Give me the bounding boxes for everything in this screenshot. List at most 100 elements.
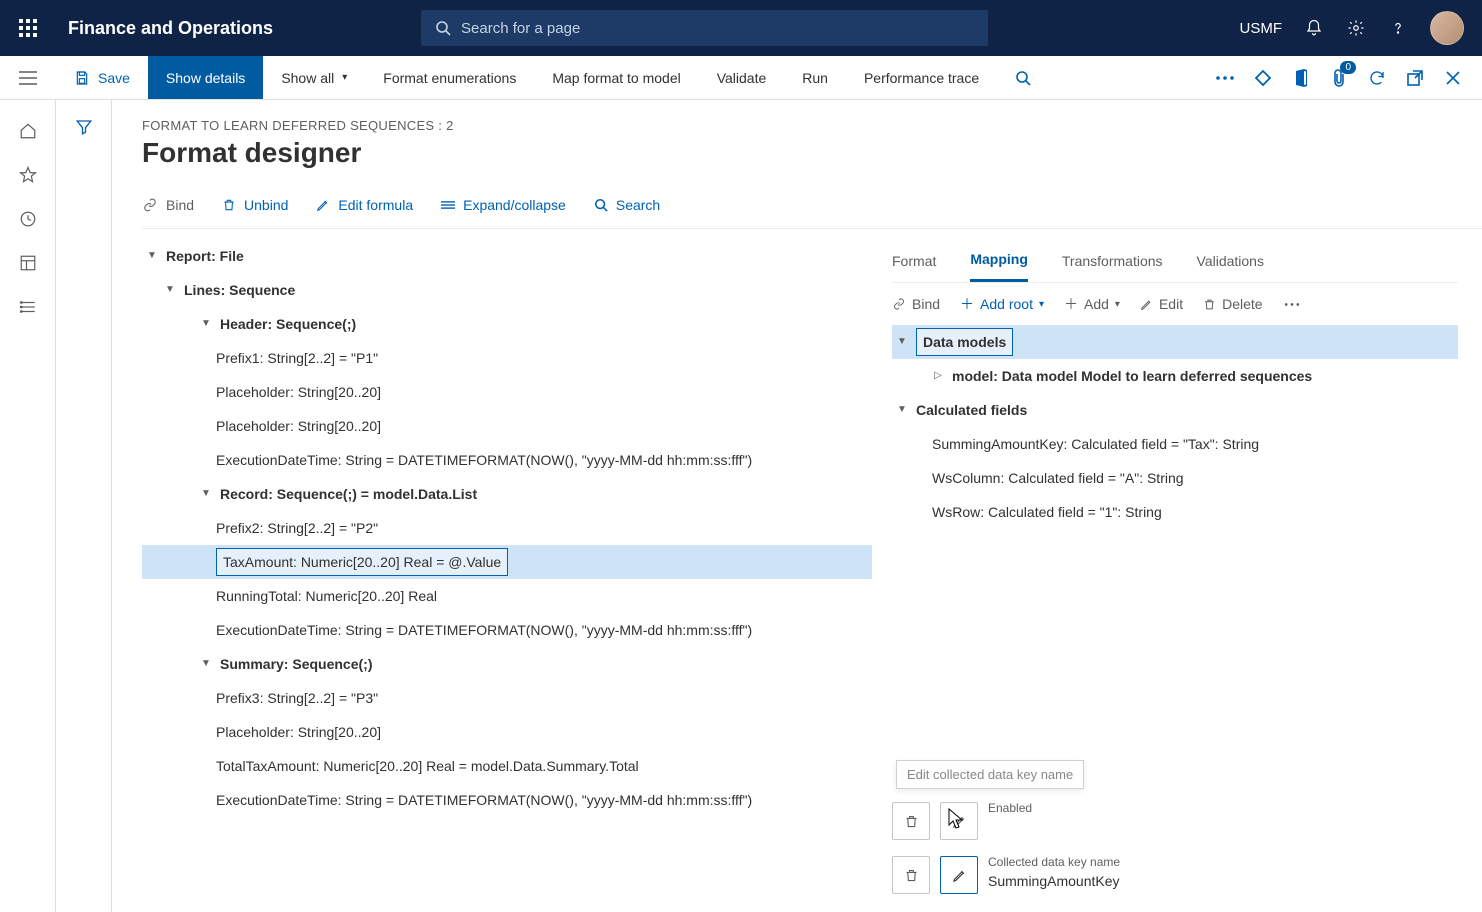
run-button[interactable]: Run — [784, 56, 846, 99]
tab-mapping[interactable]: Mapping — [970, 239, 1028, 282]
designer-toolbar: Bind Unbind Edit formula Expand/collapse… — [142, 183, 1482, 229]
edit-enabled-button[interactable] — [940, 802, 978, 840]
star-icon[interactable] — [19, 166, 37, 184]
diamond-icon[interactable] — [1252, 67, 1274, 89]
home-icon[interactable] — [19, 122, 37, 140]
rtree-node[interactable]: WsColumn: Calculated field = "A": String — [892, 461, 1458, 495]
format-tree: ▼Report: File ▼Lines: Sequence ▼Header: … — [142, 239, 882, 893]
tree-node-taxamount[interactable]: TaxAmount: Numeric[20..20] Real = @.Valu… — [142, 545, 872, 579]
refresh-icon[interactable] — [1366, 67, 1388, 89]
tree-node[interactable]: Prefix3: String[2..2] = "P3" — [142, 681, 872, 715]
tree-node[interactable]: Prefix1: String[2..2] = "P1" — [142, 341, 872, 375]
hamburger-button[interactable] — [0, 56, 56, 99]
pencil-icon — [952, 868, 967, 883]
chevron-down-icon: ▾ — [1115, 299, 1120, 310]
show-all-button[interactable]: Show all▾ — [263, 56, 365, 99]
prop-enabled-row: Enabled — [892, 801, 1458, 841]
clock-icon[interactable] — [19, 210, 37, 228]
attachments-icon[interactable]: 0 — [1328, 67, 1350, 89]
delete-enabled-button[interactable] — [892, 802, 930, 840]
funnel-icon[interactable] — [75, 118, 93, 912]
office-icon[interactable] — [1290, 67, 1312, 89]
more-icon — [1283, 302, 1301, 307]
more-icon[interactable] — [1214, 67, 1236, 89]
tree-node[interactable]: TotalTaxAmount: Numeric[20..20] Real = m… — [142, 749, 872, 783]
add-button[interactable]: ＋ Add ▾ — [1064, 294, 1120, 314]
search-icon — [594, 198, 608, 212]
gear-icon[interactable] — [1346, 18, 1366, 38]
add-root-button[interactable]: ＋ Add root ▾ — [960, 294, 1044, 314]
delete-button[interactable]: Delete — [1203, 296, 1262, 312]
right-tabs: Format Mapping Transformations Validatio… — [892, 239, 1458, 283]
tab-validations[interactable]: Validations — [1197, 239, 1264, 282]
user-avatar[interactable] — [1430, 11, 1464, 45]
tree-node-record[interactable]: ▼Record: Sequence(;) = model.Data.List — [142, 477, 872, 511]
right-pane: Format Mapping Transformations Validatio… — [882, 239, 1482, 893]
show-details-button[interactable]: Show details — [148, 56, 263, 99]
list-icon — [441, 199, 455, 211]
edit-collected-button[interactable] — [940, 856, 978, 894]
rtree-node[interactable]: WsRow: Calculated field = "1": String — [892, 495, 1458, 529]
search-input[interactable] — [461, 20, 974, 37]
app-title: Finance and Operations — [56, 18, 273, 39]
tree-node[interactable]: ExecutionDateTime: String = DATETIMEFORM… — [142, 783, 872, 817]
prop-collected-row: Collected data key name SummingAmountKey — [892, 855, 1458, 895]
enabled-field: Enabled — [988, 801, 1458, 841]
more-button[interactable] — [1283, 302, 1301, 307]
search-icon — [435, 20, 451, 36]
rtree-data-models[interactable]: ▼Data models — [892, 325, 1458, 359]
tree-node[interactable]: Prefix2: String[2..2] = "P2" — [142, 511, 872, 545]
close-icon[interactable] — [1442, 67, 1464, 89]
unbind-button[interactable]: Unbind — [222, 197, 288, 213]
field-value[interactable] — [988, 819, 1458, 841]
tree-node-report[interactable]: ▼Report: File — [142, 239, 872, 273]
expand-collapse-button[interactable]: Expand/collapse — [441, 197, 566, 213]
bell-icon[interactable] — [1304, 18, 1324, 38]
tree-node[interactable]: ExecutionDateTime: String = DATETIMEFORM… — [142, 443, 872, 477]
trash-icon — [222, 197, 236, 213]
company-code[interactable]: USMF — [1240, 20, 1283, 37]
popout-icon[interactable] — [1404, 67, 1426, 89]
nav-right: USMF — [1240, 11, 1482, 45]
format-enumerations-button[interactable]: Format enumerations — [365, 56, 534, 99]
help-icon[interactable] — [1388, 18, 1408, 38]
rtree-model[interactable]: ▷model: Data model Model to learn deferr… — [892, 359, 1458, 393]
edit-formula-button[interactable]: Edit formula — [316, 197, 413, 213]
performance-trace-button[interactable]: Performance trace — [846, 56, 997, 99]
tree-node-summary[interactable]: ▼Summary: Sequence(;) — [142, 647, 872, 681]
tab-transformations[interactable]: Transformations — [1062, 239, 1163, 282]
tree-node-lines[interactable]: ▼Lines: Sequence — [142, 273, 872, 307]
rtree-node[interactable]: SummingAmountKey: Calculated field = "Ta… — [892, 427, 1458, 461]
workspace-icon[interactable] — [19, 254, 37, 272]
filter-strip — [56, 100, 112, 912]
top-navbar: Finance and Operations USMF — [0, 0, 1482, 56]
tree-search-button[interactable]: Search — [594, 197, 660, 213]
field-value[interactable]: SummingAmountKey — [988, 873, 1458, 895]
trash-icon — [904, 813, 919, 830]
main-area: FORMAT TO LEARN DEFERRED SEQUENCES : 2 F… — [112, 100, 1482, 912]
tree-node[interactable]: ExecutionDateTime: String = DATETIMEFORM… — [142, 613, 872, 647]
tree-node[interactable]: RunningTotal: Numeric[20..20] Real — [142, 579, 872, 613]
tree-node[interactable]: Placeholder: String[20..20] — [142, 375, 872, 409]
tree-node[interactable]: Placeholder: String[20..20] — [142, 409, 872, 443]
modules-icon[interactable] — [19, 298, 37, 316]
app-launcher[interactable] — [0, 19, 56, 37]
map-format-button[interactable]: Map format to model — [534, 56, 698, 99]
breadcrumb: FORMAT TO LEARN DEFERRED SEQUENCES : 2 — [142, 118, 1482, 133]
global-search[interactable] — [421, 10, 988, 46]
mapping-bind-button[interactable]: Bind — [892, 296, 940, 312]
mapping-tree: ▼Data models ▷model: Data model Model to… — [892, 325, 1458, 529]
bind-button[interactable]: Bind — [142, 197, 194, 213]
edit-button[interactable]: Edit — [1140, 296, 1183, 312]
validate-button[interactable]: Validate — [699, 56, 785, 99]
tree-node-header[interactable]: ▼Header: Sequence(;) — [142, 307, 872, 341]
rtree-calculated-fields[interactable]: ▼Calculated fields — [892, 393, 1458, 427]
waffle-icon — [19, 19, 37, 37]
pencil-icon — [1140, 298, 1153, 311]
plus-icon: ＋ — [1064, 294, 1078, 314]
delete-collected-button[interactable] — [892, 856, 930, 894]
save-button[interactable]: Save — [56, 56, 148, 99]
tree-node[interactable]: Placeholder: String[20..20] — [142, 715, 872, 749]
tab-format[interactable]: Format — [892, 239, 936, 282]
toolbar-search-button[interactable] — [997, 56, 1049, 99]
